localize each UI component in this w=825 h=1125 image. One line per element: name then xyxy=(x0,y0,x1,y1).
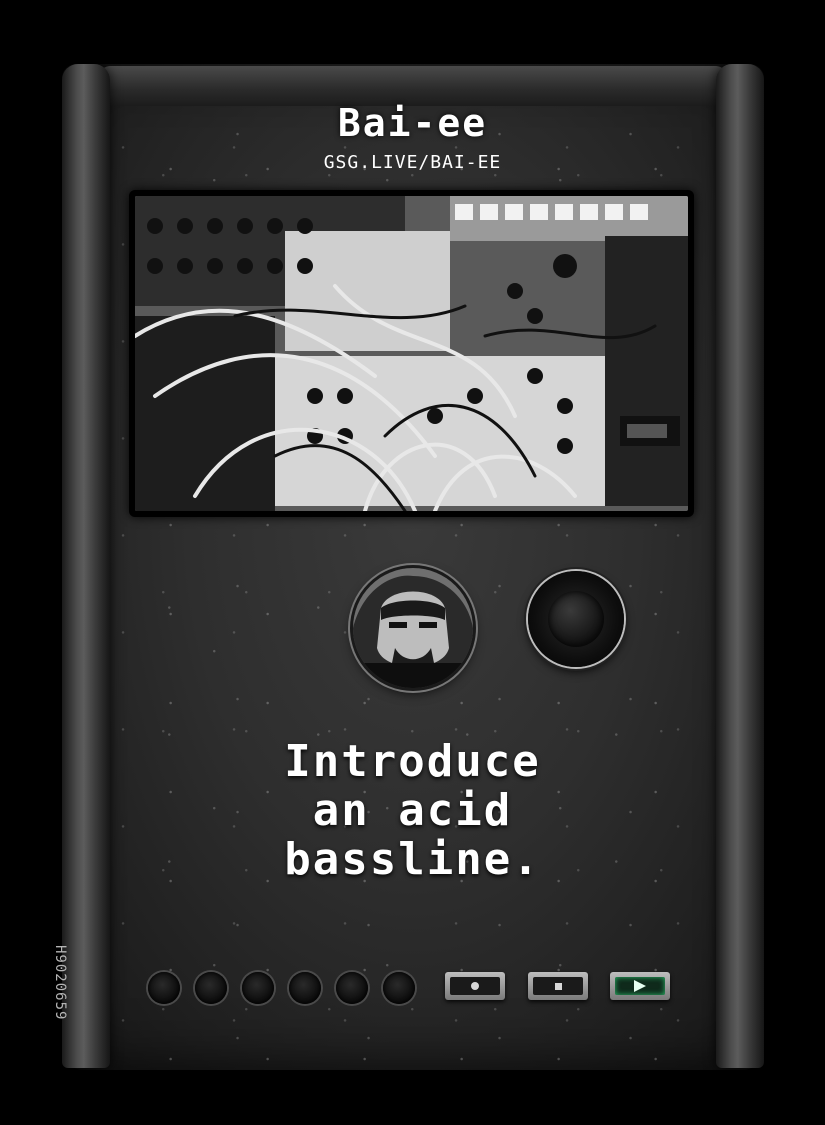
avatar[interactable] xyxy=(353,568,473,688)
play-icon xyxy=(634,980,646,992)
prompt-line: an acid xyxy=(312,785,513,836)
stop-button[interactable] xyxy=(528,972,588,1000)
synth-photo xyxy=(135,196,688,511)
record-icon xyxy=(471,982,479,990)
right-pillar xyxy=(716,64,764,1068)
card-url[interactable]: GSG.LIVE/BAI-EE xyxy=(0,152,825,173)
indicator-dot xyxy=(336,972,368,1004)
left-pillar xyxy=(62,64,110,1068)
indicator-dot xyxy=(289,972,321,1004)
indicator-dot xyxy=(383,972,415,1004)
portrait-image xyxy=(353,568,473,688)
card: Bai-ee GSG.LIVE/BAI-EE Introduce an acid… xyxy=(0,0,825,1125)
indicator-dot xyxy=(242,972,274,1004)
prompt-line: bassline. xyxy=(284,834,541,885)
indicator-dot xyxy=(148,972,180,1004)
prompt-text: Introduce an acid bassline. xyxy=(0,737,825,884)
cabinet-top-bar xyxy=(100,66,726,106)
rotary-knob[interactable] xyxy=(528,571,624,667)
knob-cap xyxy=(548,591,604,647)
stop-icon xyxy=(554,982,562,990)
serial-number: H9020659 xyxy=(52,945,68,1021)
play-button[interactable] xyxy=(610,972,670,1000)
indicator-dot xyxy=(195,972,227,1004)
record-button[interactable] xyxy=(445,972,505,1000)
screen-frame xyxy=(129,190,694,517)
prompt-line: Introduce xyxy=(284,736,541,787)
card-title: Bai-ee xyxy=(337,101,488,145)
modular-synth-image xyxy=(135,196,688,511)
